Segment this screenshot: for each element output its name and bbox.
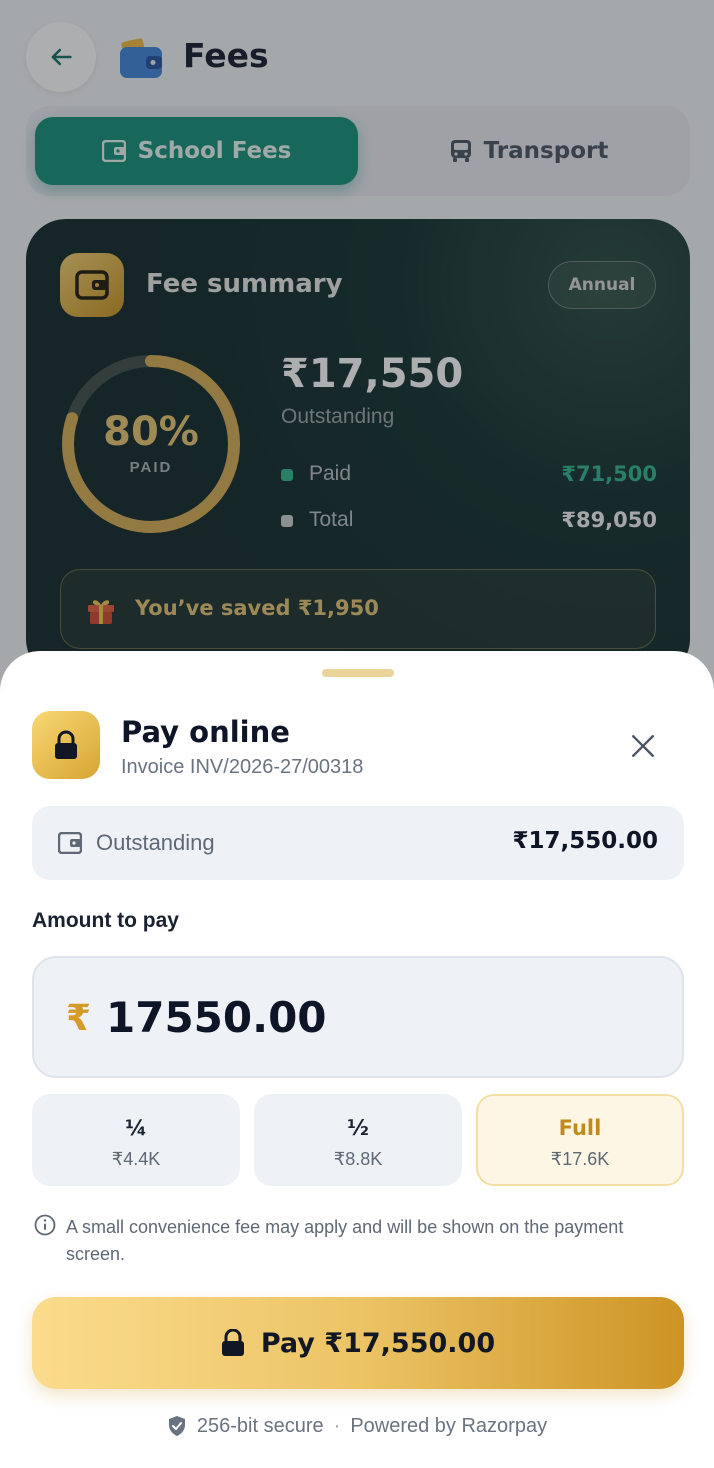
amount-field[interactable]: ₹ bbox=[32, 956, 684, 1078]
rupee-icon: ₹ bbox=[66, 998, 92, 1039]
chip-fraction: Full bbox=[558, 1116, 602, 1140]
pay-online-sheet: Pay online Invoice INV/2026-27/00318 Out… bbox=[0, 651, 714, 1468]
powered-by-text: Powered by Razorpay bbox=[350, 1414, 548, 1437]
half-amount-chip[interactable]: ½ ₹8.8K bbox=[254, 1094, 462, 1186]
pay-button-label: Pay ₹17,550.00 bbox=[260, 1327, 496, 1359]
amount-label: Amount to pay bbox=[32, 909, 179, 932]
quarter-amount-chip[interactable]: ¼ ₹4.4K bbox=[32, 1094, 240, 1186]
secure-text: 256-bit secure bbox=[196, 1414, 324, 1437]
outstanding-label: Outstanding bbox=[96, 830, 215, 855]
security-footer: 256-bit secure · Powered by Razorpay bbox=[0, 1411, 714, 1441]
drag-handle[interactable] bbox=[322, 669, 394, 677]
wallet-icon bbox=[58, 832, 82, 854]
lock-icon bbox=[32, 711, 100, 779]
chip-fraction: ¼ bbox=[125, 1116, 147, 1140]
pay-button[interactable]: Pay ₹17,550.00 bbox=[32, 1297, 684, 1389]
chip-fraction: ½ bbox=[347, 1116, 369, 1140]
full-amount-chip[interactable]: Full ₹17.6K bbox=[476, 1094, 684, 1186]
footer-separator: · bbox=[333, 1414, 341, 1437]
shield-check-icon bbox=[168, 1416, 185, 1436]
chip-amount: ₹8.8K bbox=[333, 1149, 383, 1169]
info-icon bbox=[34, 1214, 56, 1236]
convenience-fee-notice: A small convenience fee may apply and wi… bbox=[66, 1217, 624, 1264]
chip-amount: ₹4.4K bbox=[111, 1149, 161, 1169]
invoice-number: Invoice INV/2026-27/00318 bbox=[121, 756, 364, 778]
close-button[interactable] bbox=[618, 721, 668, 771]
outstanding-value: ₹17,550.00 bbox=[512, 828, 658, 854]
close-icon bbox=[632, 735, 654, 757]
outstanding-summary: Outstanding ₹17,550.00 bbox=[32, 806, 684, 880]
chip-amount: ₹17.6K bbox=[550, 1149, 610, 1169]
amount-input[interactable] bbox=[106, 986, 626, 1048]
sheet-title: Pay online bbox=[121, 715, 290, 749]
lock-icon bbox=[221, 1329, 244, 1356]
